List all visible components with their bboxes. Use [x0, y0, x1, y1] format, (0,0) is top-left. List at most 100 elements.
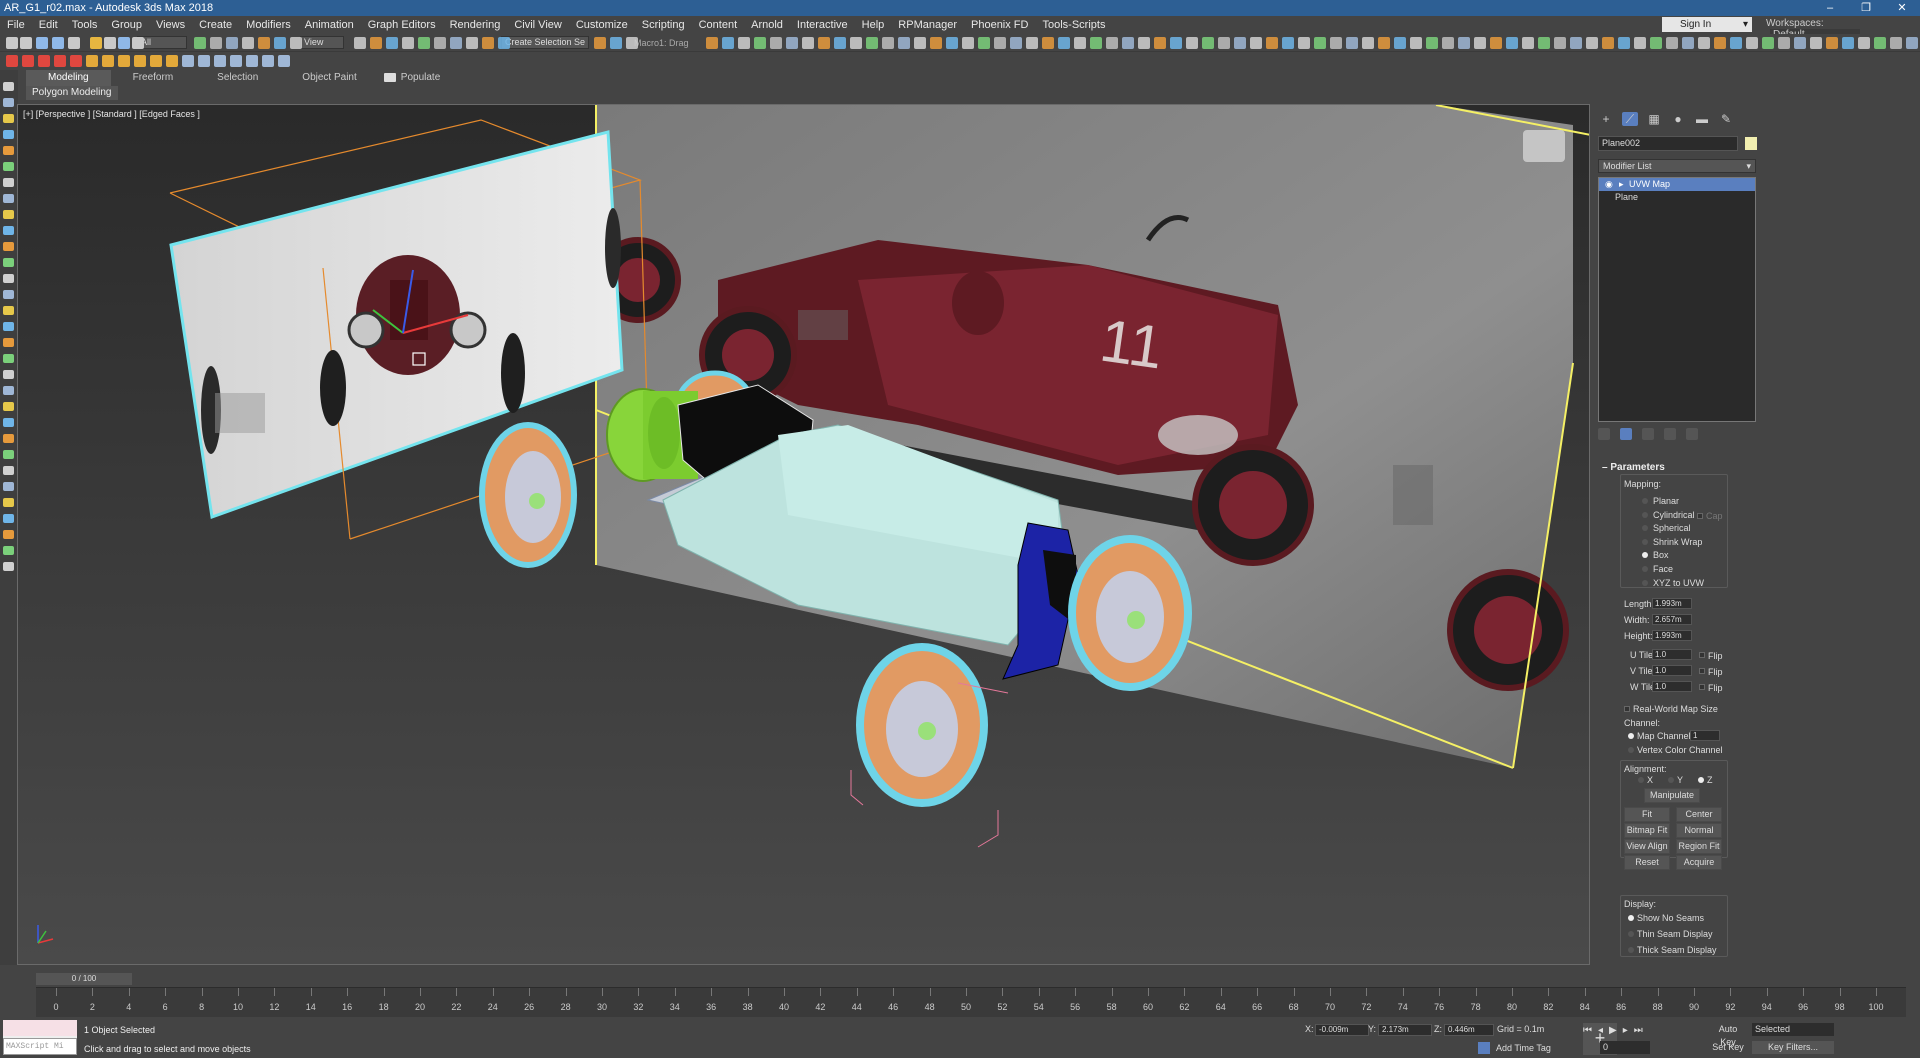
- toolbar-tool-icon[interactable]: [962, 37, 974, 49]
- y-coordinate[interactable]: 2.173m: [1378, 1024, 1432, 1036]
- vertex-color-radio[interactable]: [1628, 747, 1634, 753]
- stack-item-plane[interactable]: Plane: [1599, 191, 1755, 204]
- toolbar-tool-icon[interactable]: [1410, 37, 1422, 49]
- toolbar-tool-icon[interactable]: [38, 55, 50, 67]
- pin-stack-icon[interactable]: [1598, 428, 1610, 440]
- left-tool-icon[interactable]: [3, 114, 14, 123]
- left-tool-icon[interactable]: [3, 402, 14, 411]
- toolbar-tool-icon[interactable]: [1874, 37, 1886, 49]
- toolbar-tool-icon[interactable]: [1698, 37, 1710, 49]
- toolbar-tool-icon[interactable]: [1154, 37, 1166, 49]
- toolbar-tool-icon[interactable]: [802, 37, 814, 49]
- menu-civil-view[interactable]: Civil View: [507, 19, 568, 31]
- cap-checkbox[interactable]: [1697, 513, 1703, 519]
- add-time-tag[interactable]: Add Time Tag: [1496, 1043, 1551, 1053]
- toolbar-tool-icon[interactable]: [230, 55, 242, 67]
- menu-animation[interactable]: Animation: [298, 19, 361, 31]
- toolbar-tool-icon[interactable]: [1426, 37, 1438, 49]
- modifier-list-dropdown[interactable]: Modifier List ▾: [1598, 159, 1756, 173]
- toolbar-tool-icon[interactable]: [434, 37, 446, 49]
- toolbar-tool-icon[interactable]: [498, 37, 510, 49]
- dim-spinner[interactable]: 1.993m: [1652, 598, 1692, 609]
- left-tool-icon[interactable]: [3, 546, 14, 555]
- toolbar-tool-icon[interactable]: [898, 37, 910, 49]
- toolbar-tool-icon[interactable]: [1506, 37, 1518, 49]
- toolbar-tool-icon[interactable]: [1474, 37, 1486, 49]
- toolbar-tool-icon[interactable]: [1746, 37, 1758, 49]
- toolbar-tool-icon[interactable]: [818, 37, 830, 49]
- key-filters-button[interactable]: Key Filters...: [1752, 1041, 1834, 1054]
- display-tab-icon[interactable]: ▬: [1694, 112, 1710, 126]
- flip-checkbox[interactable]: [1699, 684, 1705, 690]
- toolbar-tool-icon[interactable]: [1106, 37, 1118, 49]
- flip-checkbox[interactable]: [1699, 668, 1705, 674]
- menu-phoenix-fd[interactable]: Phoenix FD: [964, 19, 1035, 31]
- toolbar-tool-icon[interactable]: [1090, 37, 1102, 49]
- motion-tab-icon[interactable]: ●: [1670, 112, 1686, 126]
- go-to-end-icon[interactable]: ⏭: [1634, 1025, 1643, 1036]
- menu-rpmanager[interactable]: RPManager: [891, 19, 964, 31]
- toolbar-tool-icon[interactable]: [258, 37, 270, 49]
- toolbar-tool-icon[interactable]: [610, 37, 622, 49]
- toolbar-tool-icon[interactable]: [1378, 37, 1390, 49]
- display-radio[interactable]: [1628, 931, 1634, 937]
- toolbar-tool-icon[interactable]: [1618, 37, 1630, 49]
- toolbar-tool-icon[interactable]: [1890, 37, 1902, 49]
- toolbar-tool-icon[interactable]: [1490, 37, 1502, 49]
- toolbar-tool-icon[interactable]: [834, 37, 846, 49]
- menu-content[interactable]: Content: [692, 19, 745, 31]
- mapping-radio-cylindrical[interactable]: [1642, 511, 1648, 518]
- toolbar-tool-icon[interactable]: [198, 55, 210, 67]
- toolbar-tool-icon[interactable]: [1074, 37, 1086, 49]
- toolbar-tool-icon[interactable]: [104, 37, 116, 49]
- toolbar-tool-icon[interactable]: [1458, 37, 1470, 49]
- left-tool-icon[interactable]: [3, 498, 14, 507]
- toolbar-tool-icon[interactable]: [722, 37, 734, 49]
- ribbon-tab-object-paint[interactable]: Object Paint: [280, 70, 378, 86]
- toolbar-tool-icon[interactable]: [594, 37, 606, 49]
- rollout-header[interactable]: – Parameters: [1602, 462, 1756, 473]
- menu-scripting[interactable]: Scripting: [635, 19, 692, 31]
- dim-spinner[interactable]: 2.657m: [1652, 614, 1692, 625]
- toolbar-tool-icon[interactable]: [1762, 37, 1774, 49]
- toolbar-tool-icon[interactable]: [1906, 37, 1918, 49]
- viewport-scene[interactable]: 11: [18, 105, 1590, 965]
- left-tool-icon[interactable]: [3, 418, 14, 427]
- toolbar-tool-icon[interactable]: [1666, 37, 1678, 49]
- toolbar-tool-icon[interactable]: [290, 37, 302, 49]
- toolbar-tool-icon[interactable]: [1442, 37, 1454, 49]
- maxscript-mini-input[interactable]: MAXScript Mi: [3, 1038, 77, 1055]
- toolbar-tool-icon[interactable]: [194, 37, 206, 49]
- toolbar-tool-icon[interactable]: [978, 37, 990, 49]
- flip-checkbox[interactable]: [1699, 652, 1705, 658]
- toolbar-tool-icon[interactable]: [86, 55, 98, 67]
- toolbar-tool-icon[interactable]: [22, 55, 34, 67]
- toolbar-tool-icon[interactable]: [278, 55, 290, 67]
- tile-spinner[interactable]: 1.0: [1652, 665, 1692, 676]
- expand-icon[interactable]: ▸: [1619, 178, 1624, 191]
- toolbar-tool-icon[interactable]: [754, 37, 766, 49]
- toolbar-tool-icon[interactable]: [246, 55, 258, 67]
- toolbar-tool-icon[interactable]: [450, 37, 462, 49]
- toolbar-tool-icon[interactable]: [20, 37, 32, 49]
- toolbar-tool-icon[interactable]: [150, 55, 162, 67]
- current-frame-field[interactable]: 0: [1600, 1041, 1650, 1054]
- dim-spinner[interactable]: 1.993m: [1652, 630, 1692, 641]
- toolbar-tool-icon[interactable]: [466, 37, 478, 49]
- map-channel-radio[interactable]: [1628, 733, 1634, 739]
- time-slider[interactable]: 0 / 100: [36, 973, 132, 985]
- next-frame-icon[interactable]: ▸: [1623, 1025, 1628, 1036]
- left-tool-icon[interactable]: [3, 386, 14, 395]
- left-tool-icon[interactable]: [3, 514, 14, 523]
- toolbar-tool-icon[interactable]: [1522, 37, 1534, 49]
- toolbar-tool-icon[interactable]: [738, 37, 750, 49]
- toolbar-tool-icon[interactable]: [418, 37, 430, 49]
- wheel-rear-right[interactable]: [856, 643, 988, 807]
- toolbar-tool-icon[interactable]: [118, 55, 130, 67]
- menu-arnold[interactable]: Arnold: [744, 19, 790, 31]
- toolbar-tool-icon[interactable]: [914, 37, 926, 49]
- bitmap-fit-button[interactable]: Bitmap Fit: [1624, 823, 1670, 838]
- left-tool-icon[interactable]: [3, 466, 14, 475]
- toolbar-tool-icon[interactable]: [1058, 37, 1070, 49]
- mapping-radio-xyz-to-uvw[interactable]: [1642, 579, 1648, 586]
